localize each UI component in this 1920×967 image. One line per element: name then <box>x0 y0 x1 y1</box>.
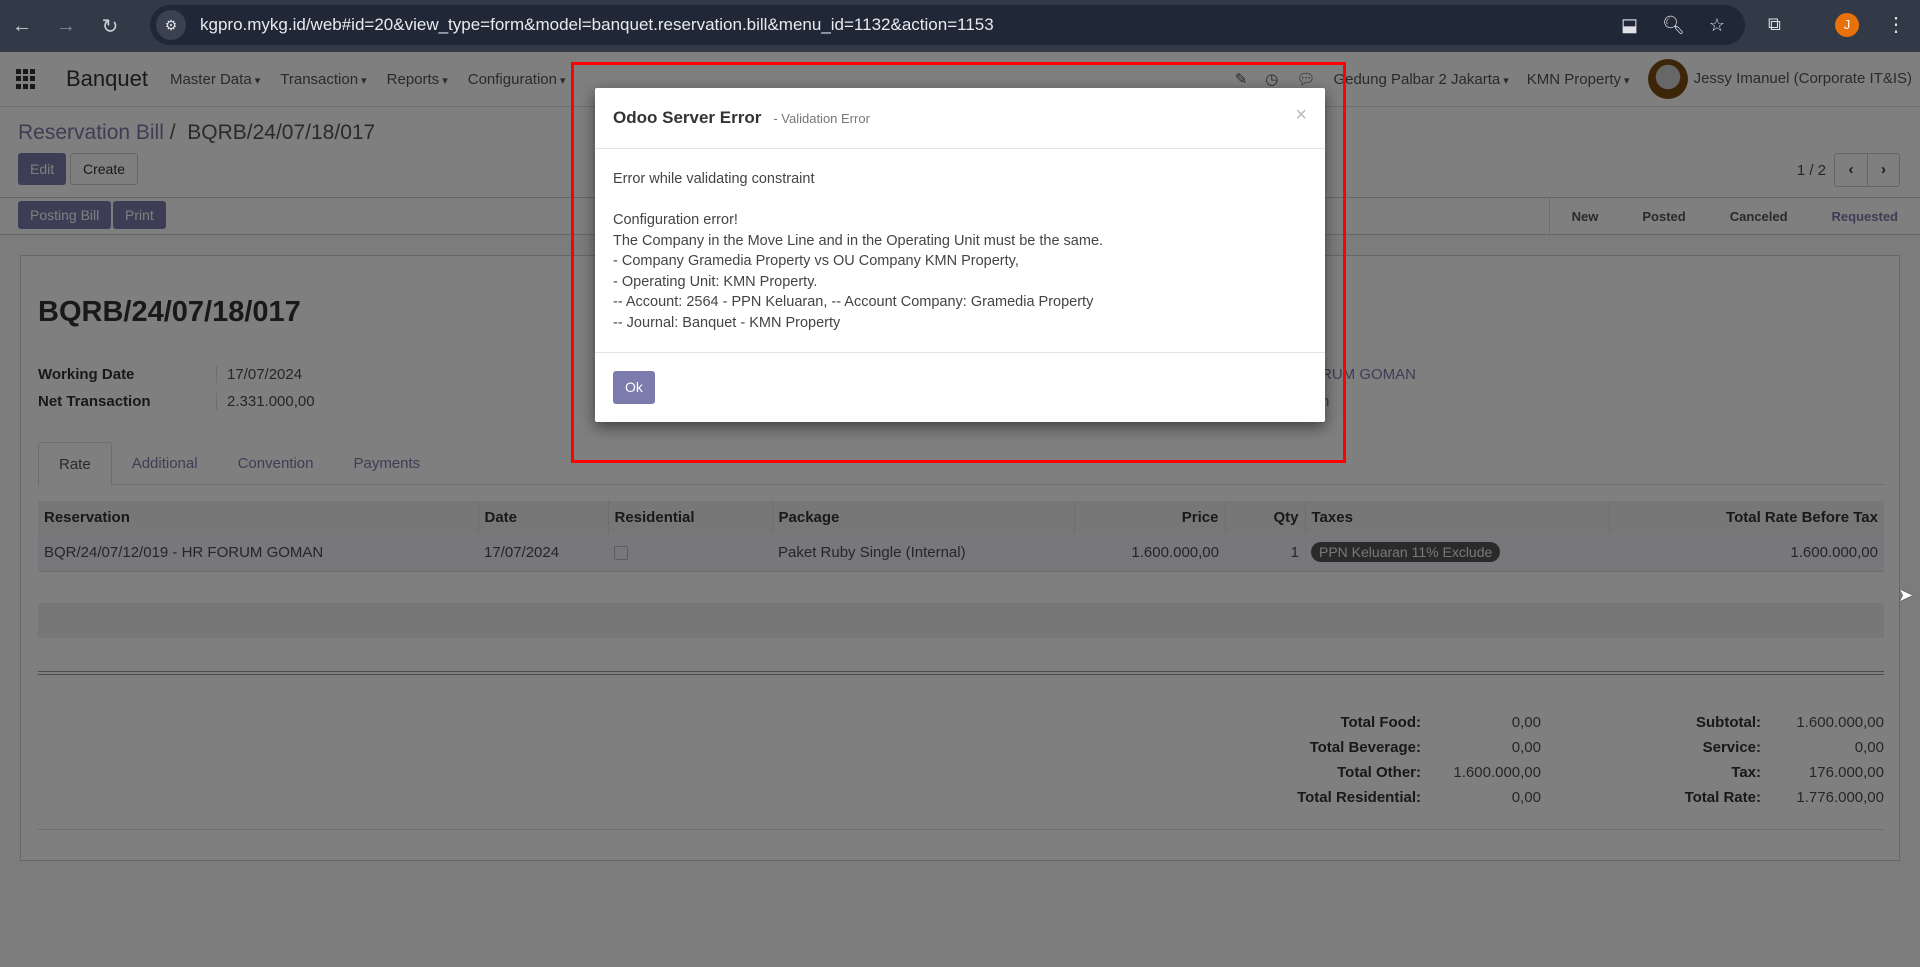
zoom-icon[interactable]: 🔍︎ <box>1662 15 1685 36</box>
highlight-box <box>571 62 1346 463</box>
url-text[interactable]: kgpro.mykg.id/web#id=20&view_type=form&m… <box>200 15 994 35</box>
back-icon[interactable]: ← <box>0 15 44 38</box>
profile-avatar[interactable]: J <box>1835 13 1859 37</box>
reload-icon[interactable]: ↻ <box>88 14 132 39</box>
forward-icon[interactable]: → <box>44 15 88 38</box>
browser-toolbar: ← → ↻ ⚙ kgpro.mykg.id/web#id=20&view_typ… <box>0 0 1920 52</box>
install-icon[interactable]: ⬓ <box>1621 15 1638 36</box>
mouse-cursor-icon: ➤ <box>1898 585 1914 605</box>
extensions-icon[interactable]: ⧉ <box>1768 14 1781 35</box>
address-bar[interactable]: ⚙ kgpro.mykg.id/web#id=20&view_type=form… <box>150 5 1745 45</box>
browser-menu-icon[interactable]: ⋮ <box>1886 12 1906 37</box>
site-settings-icon[interactable]: ⚙ <box>156 10 186 40</box>
star-icon[interactable]: ☆ <box>1709 15 1725 36</box>
